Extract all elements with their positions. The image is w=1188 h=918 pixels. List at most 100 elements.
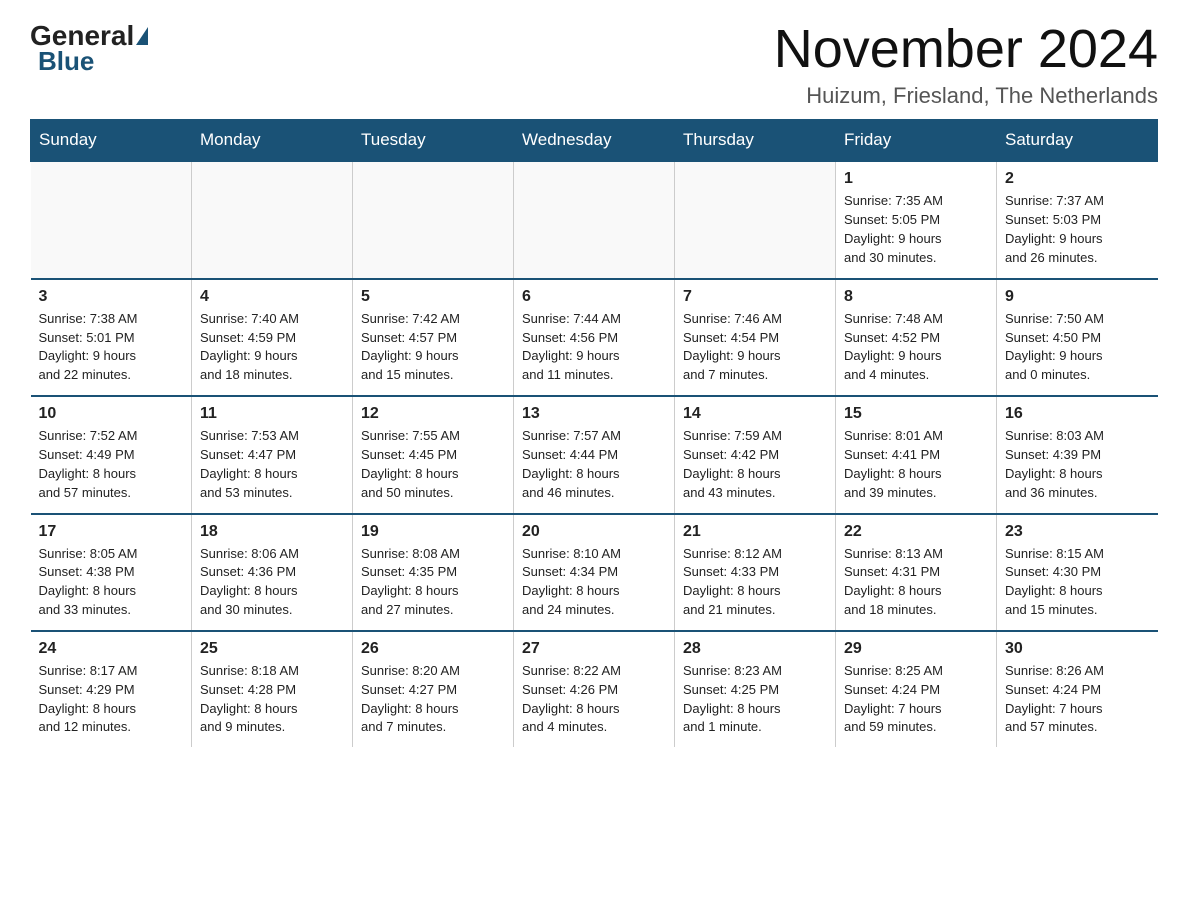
col-monday: Monday: [192, 120, 353, 162]
table-row: 2Sunrise: 7:37 AM Sunset: 5:03 PM Daylig…: [997, 161, 1158, 278]
day-info: Sunrise: 7:38 AM Sunset: 5:01 PM Dayligh…: [39, 310, 184, 385]
day-info: Sunrise: 8:25 AM Sunset: 4:24 PM Dayligh…: [844, 662, 988, 737]
table-row: 27 Sunrise: 8:22 AM Sunset: 4:26 PM Dayli…: [514, 631, 675, 747]
table-row: 17Sunrise: 8:05 AM Sunset: 4:38 PM Dayli…: [31, 514, 192, 631]
table-row: 13 Sunrise: 7:57 AM Sunset: 4:44 PM Dayli…: [514, 396, 675, 513]
day-info: Sunrise: 8:18 AM Sunset: 4:28 PM Dayligh…: [200, 662, 344, 737]
col-thursday: Thursday: [675, 120, 836, 162]
day-info: Sunrise: 7:46 AM Sunset: 4:54 PM Dayligh…: [683, 310, 827, 385]
day-info: Sunrise: 8:22 AM Sunset: 4:26 PM Dayligh…: [522, 662, 666, 737]
page-header: General Blue November 2024 Huizum, Fries…: [30, 20, 1158, 109]
day-info: Sunrise: 8:06 AM Sunset: 4:36 PM Dayligh…: [200, 545, 344, 620]
table-row: 12 Sunrise: 7:55 AM Sunset: 4:45 PM Dayli…: [353, 396, 514, 513]
day-number: 23: [1005, 523, 1150, 541]
day-info: Sunrise: 8:26 AM Sunset: 4:24 PM Dayligh…: [1005, 662, 1150, 737]
day-number: 7: [683, 288, 827, 306]
table-row: 20 Sunrise: 8:10 AM Sunset: 4:34 PM Dayli…: [514, 514, 675, 631]
day-info: Sunrise: 8:23 AM Sunset: 4:25 PM Dayligh…: [683, 662, 827, 737]
title-block: November 2024 Huizum, Friesland, The Net…: [774, 20, 1158, 109]
day-number: 6: [522, 288, 666, 306]
calendar-table: Sunday Monday Tuesday Wednesday Thursday…: [30, 119, 1158, 747]
day-info: Sunrise: 8:13 AM Sunset: 4:31 PM Dayligh…: [844, 545, 988, 620]
day-number: 5: [361, 288, 505, 306]
table-row: 26Sunrise: 8:20 AM Sunset: 4:27 PM Dayli…: [353, 631, 514, 747]
table-row: [353, 161, 514, 278]
day-number: 4: [200, 288, 344, 306]
day-number: 10: [39, 405, 184, 423]
day-number: 20: [522, 523, 666, 541]
table-row: 22 Sunrise: 8:13 AM Sunset: 4:31 PM Dayli…: [836, 514, 997, 631]
day-number: 12: [361, 405, 505, 423]
calendar-week-row: 10Sunrise: 7:52 AM Sunset: 4:49 PM Dayli…: [31, 396, 1158, 513]
day-number: 11: [200, 405, 344, 423]
day-number: 17: [39, 523, 184, 541]
day-info: Sunrise: 8:01 AM Sunset: 4:41 PM Dayligh…: [844, 427, 988, 502]
table-row: 1 Sunrise: 7:35 AM Sunset: 5:05 PM Daylig…: [836, 161, 997, 278]
day-number: 16: [1005, 405, 1150, 423]
day-info: Sunrise: 7:48 AM Sunset: 4:52 PM Dayligh…: [844, 310, 988, 385]
day-number: 14: [683, 405, 827, 423]
day-number: 18: [200, 523, 344, 541]
day-info: Sunrise: 8:17 AM Sunset: 4:29 PM Dayligh…: [39, 662, 184, 737]
day-info: Sunrise: 8:03 AM Sunset: 4:39 PM Dayligh…: [1005, 427, 1150, 502]
day-info: Sunrise: 8:10 AM Sunset: 4:34 PM Dayligh…: [522, 545, 666, 620]
day-info: Sunrise: 7:57 AM Sunset: 4:44 PM Dayligh…: [522, 427, 666, 502]
day-info: Sunrise: 8:15 AM Sunset: 4:30 PM Dayligh…: [1005, 545, 1150, 620]
day-info: Sunrise: 8:12 AM Sunset: 4:33 PM Dayligh…: [683, 545, 827, 620]
col-saturday: Saturday: [997, 120, 1158, 162]
day-info: Sunrise: 7:42 AM Sunset: 4:57 PM Dayligh…: [361, 310, 505, 385]
table-row: 7 Sunrise: 7:46 AM Sunset: 4:54 PM Daylig…: [675, 279, 836, 396]
table-row: 18 Sunrise: 8:06 AM Sunset: 4:36 PM Dayli…: [192, 514, 353, 631]
day-number: 21: [683, 523, 827, 541]
day-info: Sunrise: 7:35 AM Sunset: 5:05 PM Dayligh…: [844, 192, 988, 267]
day-number: 9: [1005, 288, 1150, 306]
table-row: 28 Sunrise: 8:23 AM Sunset: 4:25 PM Dayli…: [675, 631, 836, 747]
col-tuesday: Tuesday: [353, 120, 514, 162]
col-wednesday: Wednesday: [514, 120, 675, 162]
month-title: November 2024: [774, 20, 1158, 79]
day-info: Sunrise: 8:20 AM Sunset: 4:27 PM Dayligh…: [361, 662, 505, 737]
day-info: Sunrise: 7:59 AM Sunset: 4:42 PM Dayligh…: [683, 427, 827, 502]
logo: General Blue: [30, 20, 150, 77]
calendar-week-row: 3 Sunrise: 7:38 AM Sunset: 5:01 PM Daylig…: [31, 279, 1158, 396]
col-sunday: Sunday: [31, 120, 192, 162]
table-row: [31, 161, 192, 278]
day-number: 15: [844, 405, 988, 423]
day-info: Sunrise: 7:55 AM Sunset: 4:45 PM Dayligh…: [361, 427, 505, 502]
day-number: 24: [39, 640, 184, 658]
table-row: 30 Sunrise: 8:26 AM Sunset: 4:24 PM Dayli…: [997, 631, 1158, 747]
col-friday: Friday: [836, 120, 997, 162]
calendar-week-row: 1 Sunrise: 7:35 AM Sunset: 5:05 PM Daylig…: [31, 161, 1158, 278]
day-number: 22: [844, 523, 988, 541]
table-row: 16 Sunrise: 8:03 AM Sunset: 4:39 PM Dayli…: [997, 396, 1158, 513]
table-row: 14 Sunrise: 7:59 AM Sunset: 4:42 PM Dayli…: [675, 396, 836, 513]
location-title: Huizum, Friesland, The Netherlands: [774, 83, 1158, 109]
day-number: 3: [39, 288, 184, 306]
day-number: 27: [522, 640, 666, 658]
day-number: 28: [683, 640, 827, 658]
calendar-week-row: 24 Sunrise: 8:17 AM Sunset: 4:29 PM Dayli…: [31, 631, 1158, 747]
table-row: 8 Sunrise: 7:48 AM Sunset: 4:52 PM Daylig…: [836, 279, 997, 396]
day-info: Sunrise: 7:37 AM Sunset: 5:03 PM Dayligh…: [1005, 192, 1150, 267]
table-row: 15 Sunrise: 8:01 AM Sunset: 4:41 PM Dayli…: [836, 396, 997, 513]
table-row: [514, 161, 675, 278]
day-info: Sunrise: 7:40 AM Sunset: 4:59 PM Dayligh…: [200, 310, 344, 385]
logo-triangle-icon: [136, 27, 148, 45]
calendar-header-row: Sunday Monday Tuesday Wednesday Thursday…: [31, 120, 1158, 162]
table-row: 4 Sunrise: 7:40 AM Sunset: 4:59 PM Daylig…: [192, 279, 353, 396]
table-row: 9Sunrise: 7:50 AM Sunset: 4:50 PM Daylig…: [997, 279, 1158, 396]
day-number: 13: [522, 405, 666, 423]
day-number: 1: [844, 170, 988, 188]
day-number: 30: [1005, 640, 1150, 658]
table-row: 21 Sunrise: 8:12 AM Sunset: 4:33 PM Dayli…: [675, 514, 836, 631]
day-number: 29: [844, 640, 988, 658]
table-row: 10Sunrise: 7:52 AM Sunset: 4:49 PM Dayli…: [31, 396, 192, 513]
day-info: Sunrise: 7:44 AM Sunset: 4:56 PM Dayligh…: [522, 310, 666, 385]
day-info: Sunrise: 8:08 AM Sunset: 4:35 PM Dayligh…: [361, 545, 505, 620]
day-number: 25: [200, 640, 344, 658]
table-row: 24 Sunrise: 8:17 AM Sunset: 4:29 PM Dayli…: [31, 631, 192, 747]
table-row: 23 Sunrise: 8:15 AM Sunset: 4:30 PM Dayli…: [997, 514, 1158, 631]
day-number: 8: [844, 288, 988, 306]
table-row: 19Sunrise: 8:08 AM Sunset: 4:35 PM Dayli…: [353, 514, 514, 631]
table-row: 25 Sunrise: 8:18 AM Sunset: 4:28 PM Dayli…: [192, 631, 353, 747]
